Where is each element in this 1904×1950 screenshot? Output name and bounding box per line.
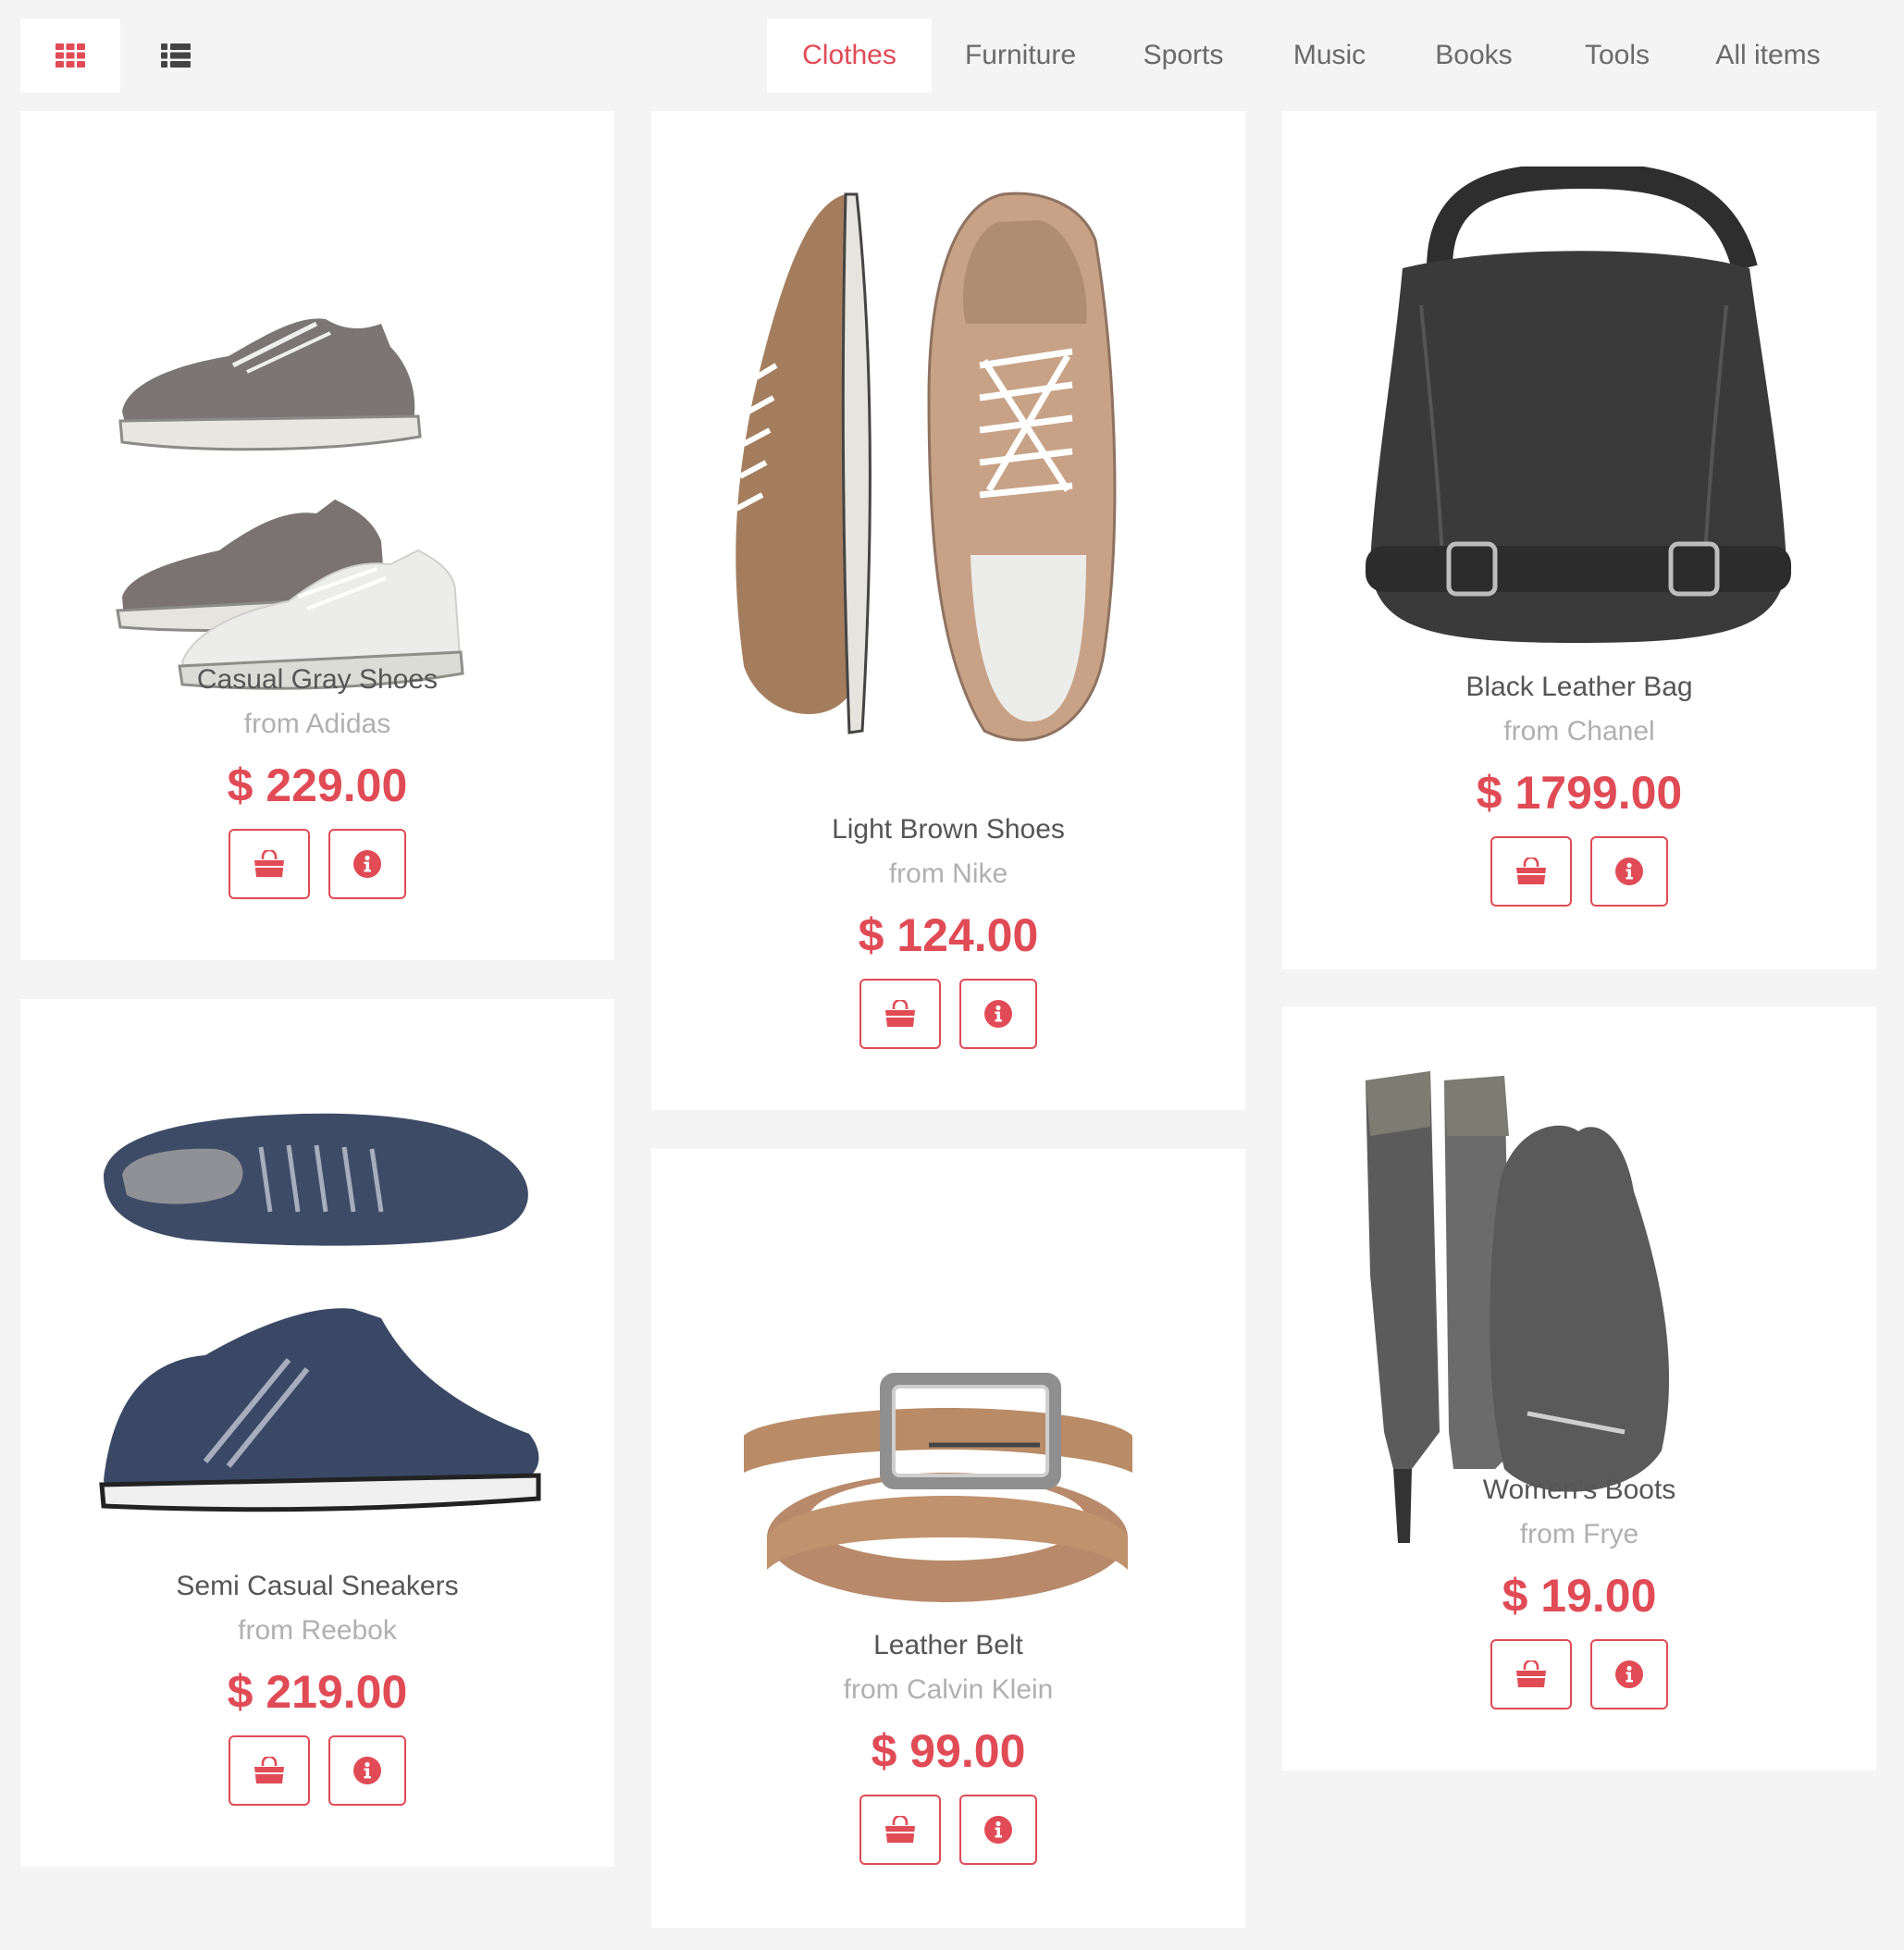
product-actions	[1282, 836, 1876, 907]
info-icon	[1615, 858, 1643, 885]
add-to-cart-button[interactable]	[1490, 836, 1572, 907]
list-view-button[interactable]	[126, 19, 226, 93]
product-info-button[interactable]	[328, 1735, 406, 1806]
product-price: $ 99.00	[871, 1725, 1026, 1777]
tab-furniture[interactable]: Furniture	[932, 19, 1109, 93]
shopping-bag-icon	[884, 1000, 917, 1028]
info-icon	[353, 850, 381, 878]
grid-view-button[interactable]	[20, 19, 120, 93]
brown-shoes-image	[735, 191, 1117, 742]
grid-view-icon	[56, 43, 85, 68]
product-actions	[1282, 1639, 1876, 1709]
tab-clothes[interactable]: Clothes	[767, 19, 932, 93]
product-price: $ 124.00	[858, 909, 1039, 961]
boots-and-bag-image	[1366, 1071, 1670, 1543]
product-actions	[20, 829, 614, 899]
add-to-cart-button[interactable]	[229, 829, 310, 899]
product-info-button[interactable]	[959, 1795, 1037, 1865]
product-actions	[651, 979, 1245, 1049]
info-icon	[984, 1816, 1012, 1844]
product-info-button[interactable]	[959, 979, 1037, 1049]
product-card: Black Leather Bag from Chanel $ 1799.00	[1282, 111, 1876, 969]
add-to-cart-button[interactable]	[859, 979, 941, 1049]
info-icon	[984, 1000, 1012, 1028]
product-name: Casual Gray Shoes	[196, 664, 439, 695]
info-icon	[353, 1757, 381, 1784]
product-price: $ 19.00	[1502, 1570, 1657, 1622]
product-card: Casual Gray Shoes from Adidas $ 229.00	[20, 111, 614, 960]
tab-all-items[interactable]: All items	[1688, 19, 1848, 93]
product-name: Leather Belt	[873, 1630, 1023, 1660]
product-card: Leather Belt from Calvin Klein $ 99.00	[651, 1149, 1245, 1928]
product-name: Women's Boots	[1482, 1475, 1676, 1505]
product-name: Light Brown Shoes	[832, 814, 1065, 845]
product-price: $ 1799.00	[1476, 767, 1683, 819]
shopping-bag-icon	[884, 1816, 917, 1844]
product-card: Women's Boots from Frye $ 19.00	[1282, 1006, 1876, 1771]
add-to-cart-button[interactable]	[229, 1735, 310, 1806]
product-info-button[interactable]	[1590, 1639, 1668, 1709]
top-bar: Clothes Furniture Sports Music Books Too…	[0, 0, 1904, 111]
navy-sneakers-image	[99, 1113, 541, 1512]
list-view-icon	[161, 43, 191, 68]
product-price: $ 229.00	[227, 759, 408, 811]
product-info-button[interactable]	[328, 829, 406, 899]
product-brand: from Reebok	[238, 1615, 397, 1646]
gray-sneakers-image	[116, 318, 464, 690]
add-to-cart-button[interactable]	[859, 1795, 941, 1865]
product-price: $ 219.00	[227, 1666, 408, 1718]
product-brand: from Calvin Klein	[843, 1674, 1054, 1705]
product-actions	[20, 1735, 614, 1806]
tab-music[interactable]: Music	[1257, 19, 1402, 93]
category-tabs: Clothes Furniture Sports Music Books Too…	[767, 19, 1848, 93]
product-info-button[interactable]	[1590, 836, 1668, 907]
product-brand: from Nike	[888, 858, 1008, 889]
leather-belt-image	[744, 1373, 1132, 1602]
add-to-cart-button[interactable]	[1490, 1639, 1572, 1709]
tab-tools[interactable]: Tools	[1546, 19, 1688, 93]
product-brand: from Frye	[1519, 1519, 1639, 1549]
black-bag-image	[1366, 167, 1791, 643]
shopping-bag-icon	[253, 850, 286, 878]
product-card: Semi Casual Sneakers from Reebok $ 219.0…	[20, 999, 614, 1867]
product-card: Light Brown Shoes from Nike $ 124.00	[651, 111, 1245, 1110]
product-actions	[651, 1795, 1245, 1865]
shopping-bag-icon	[253, 1757, 286, 1784]
tab-sports[interactable]: Sports	[1109, 19, 1257, 93]
tab-books[interactable]: Books	[1402, 19, 1546, 93]
info-icon	[1615, 1660, 1643, 1688]
product-brand: from Chanel	[1503, 716, 1655, 747]
product-brand: from Adidas	[243, 709, 391, 739]
shopping-bag-icon	[1515, 1660, 1548, 1688]
product-name: Semi Casual Sneakers	[176, 1571, 459, 1601]
product-name: Black Leather Bag	[1465, 672, 1693, 702]
shopping-bag-icon	[1515, 858, 1548, 885]
